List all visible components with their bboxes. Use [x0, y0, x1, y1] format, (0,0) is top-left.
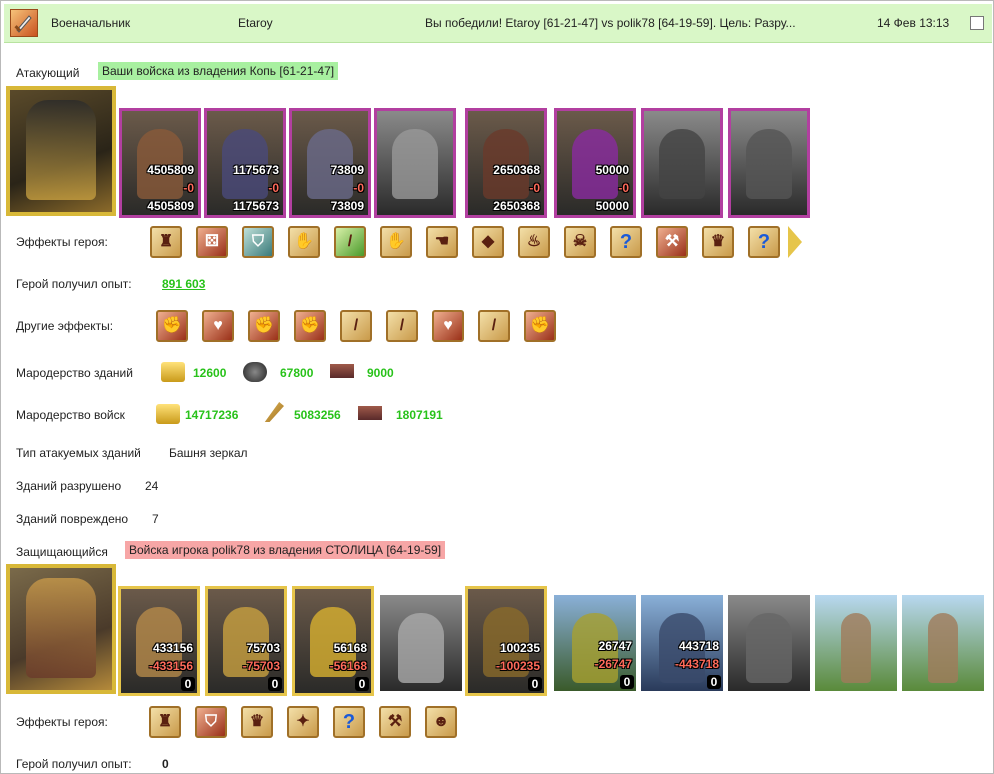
sword-fist-icon[interactable]: ✊ — [294, 310, 326, 342]
attacker-exp-label: Герой получил опыт: — [16, 277, 132, 291]
attacker-label: Атакующий — [16, 66, 80, 80]
heart-sword-icon[interactable]: ♥ — [202, 310, 234, 342]
loot-buildings-gold: 12600 — [193, 366, 227, 380]
defender-exp-label: Герой получил опыт: — [16, 757, 132, 771]
damaged-value: 7 — [152, 512, 159, 526]
header-role: Военачальник — [51, 16, 131, 30]
dice-icon[interactable]: ⚄ — [196, 226, 228, 258]
attacker-unit-dead[interactable] — [374, 108, 456, 218]
destroyed-label: Зданий разрушено — [16, 479, 122, 493]
defender-unit[interactable]: 100235 -100235 0 — [465, 586, 547, 696]
sword-icon[interactable]: / — [478, 310, 510, 342]
ore-icon — [243, 362, 267, 382]
attacker-unit-dead[interactable] — [728, 108, 810, 218]
sword-icon[interactable]: / — [334, 226, 366, 258]
question-icon[interactable]: ? — [610, 226, 642, 258]
loot-troops-bricks: 1807191 — [396, 408, 443, 422]
handshake-icon[interactable]: ✋ — [288, 226, 320, 258]
attacker-unit[interactable]: 4505809 -0 4505809 — [119, 108, 201, 218]
building-type-value: Башня зеркал — [169, 446, 248, 460]
tower-icon[interactable]: ♜ — [149, 706, 181, 738]
attacker-hero-portrait[interactable] — [6, 86, 116, 216]
defender-unit[interactable]: 26747 -26747 0 — [554, 595, 636, 691]
building-type-label: Тип атакуемых зданий — [16, 446, 141, 460]
defender-exp-value: 0 — [162, 757, 169, 771]
battle-report: Военачальник Etaroy Вы победили! Etaroy … — [0, 0, 994, 774]
defender-unit-dead[interactable] — [380, 595, 462, 691]
totem-icon[interactable]: ✦ — [287, 706, 319, 738]
scroll-right-arrow-icon[interactable] — [788, 226, 802, 258]
handshake-icon[interactable]: ✋ — [380, 226, 412, 258]
heart-sword-icon[interactable]: ♥ — [432, 310, 464, 342]
attacker-banner: Ваши войска из владения Копь [61-21-47] — [98, 62, 339, 80]
hand-icon[interactable]: ☚ — [426, 226, 458, 258]
attacker-exp-value[interactable]: 891 603 — [162, 277, 205, 291]
question-icon[interactable]: ? — [748, 226, 780, 258]
sword-icon[interactable]: / — [340, 310, 372, 342]
defender-unit[interactable]: 75703 -75703 0 — [205, 586, 287, 696]
question-icon[interactable]: ? — [333, 706, 365, 738]
defender-hero-portrait[interactable] — [6, 564, 116, 694]
other-effects-label: Другие эффекты: — [16, 319, 114, 333]
loot-troops-gold: 14717236 — [185, 408, 239, 422]
shield-icon[interactable]: ⛉ — [195, 706, 227, 738]
fist-icon[interactable]: ✊ — [524, 310, 556, 342]
damaged-label: Зданий повреждено — [16, 512, 129, 526]
defender-unit[interactable]: 56168 -56168 0 — [292, 586, 374, 696]
attacker-hero-effects-label: Эффекты героя: — [16, 235, 108, 249]
crown-icon[interactable]: ♛ — [241, 706, 273, 738]
defender-hero-effects-label: Эффекты героя: — [16, 715, 108, 729]
attacker-unit[interactable]: 50000 -0 50000 — [554, 108, 636, 218]
attacker-unit[interactable]: 73809 -0 73809 — [289, 108, 371, 218]
loot-troops-food: 5083256 — [294, 408, 341, 422]
axe-totem-icon[interactable]: ⚒ — [656, 226, 688, 258]
defender-banner: Войска игрока polik78 из владения СТОЛИЦ… — [125, 541, 446, 559]
report-header[interactable]: Военачальник Etaroy Вы победили! Etaroy … — [4, 4, 992, 43]
shield-tower-icon[interactable]: ♜ — [150, 226, 182, 258]
bricks-icon — [358, 406, 382, 420]
defender-tower[interactable] — [815, 595, 897, 691]
sword-icon — [10, 9, 38, 37]
destroyed-value: 24 — [145, 479, 159, 493]
skull-coin-icon[interactable]: ☠ — [564, 226, 596, 258]
shield-face-icon[interactable]: ☻ — [425, 706, 457, 738]
select-checkbox[interactable] — [970, 16, 984, 30]
defender-unit[interactable]: 433156 -433156 0 — [118, 586, 200, 696]
attacker-unit-dead[interactable] — [641, 108, 723, 218]
defender-unit[interactable]: 443718 -443718 0 — [641, 595, 723, 691]
defender-unit-dead[interactable] — [728, 595, 810, 691]
shield-icon[interactable]: ⛉ — [242, 226, 274, 258]
totem-icon[interactable]: ♛ — [702, 226, 734, 258]
loot-buildings-label: Мародерство зданий — [16, 366, 133, 380]
fire-coin-icon[interactable]: ♨ — [518, 226, 550, 258]
attacker-unit[interactable]: 1175673 -0 1175673 — [204, 108, 286, 218]
loot-buildings-bricks: 9000 — [367, 366, 394, 380]
attacker-unit[interactable]: 2650368 -0 2650368 — [465, 108, 547, 218]
sword-icon[interactable]: / — [386, 310, 418, 342]
loot-buildings-ore: 67800 — [280, 366, 314, 380]
axe-icon[interactable]: ⚒ — [379, 706, 411, 738]
defender-tower[interactable] — [902, 595, 984, 691]
sword-fist-icon[interactable]: ✊ — [156, 310, 188, 342]
header-date: 14 Фев 13:13 — [877, 16, 950, 30]
header-message: Вы победили! Etaroy [61-21-47] vs polik7… — [425, 16, 796, 30]
gems-icon[interactable]: ◆ — [472, 226, 504, 258]
fist-icon[interactable]: ✊ — [248, 310, 280, 342]
defender-label: Защищающийся — [16, 545, 108, 559]
wheat-icon — [264, 402, 284, 422]
bricks-icon — [330, 364, 354, 378]
gold-icon — [156, 404, 180, 424]
header-player: Etaroy — [238, 16, 273, 30]
loot-troops-label: Мародерство войск — [16, 408, 125, 422]
gold-icon — [161, 362, 185, 382]
